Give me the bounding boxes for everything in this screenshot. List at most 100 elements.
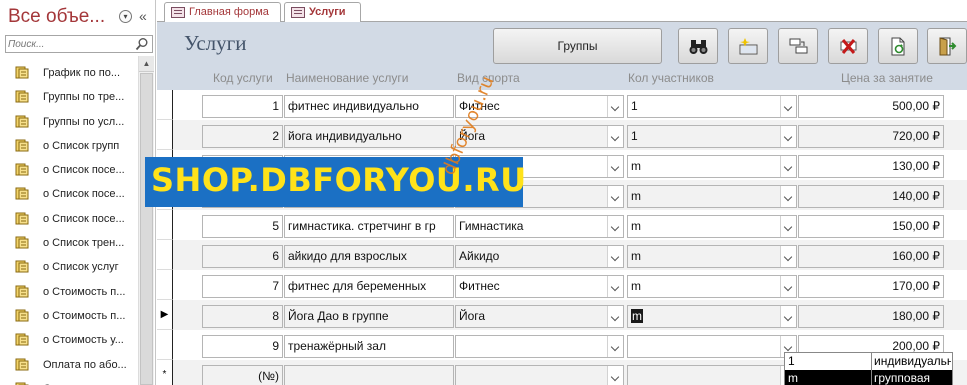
nav-search-input[interactable] (6, 36, 134, 52)
nav-menu-chevron-icon[interactable]: ▾ (119, 10, 132, 23)
participants-combo[interactable]: m (627, 305, 797, 328)
nav-pane-title[interactable]: Все объе... (8, 6, 105, 28)
nav-query-item[interactable]: о Стоимость у... (0, 329, 138, 353)
nav-query-item[interactable]: Оплата по або... (0, 354, 138, 378)
record-selector[interactable] (157, 90, 173, 120)
price-cell[interactable]: 180,00 ₽ (798, 305, 944, 328)
chevron-down-icon[interactable] (607, 216, 623, 237)
service-name-cell[interactable]: йога индивидуально (284, 125, 454, 148)
service-id-cell[interactable]: 2 (202, 125, 283, 148)
record-selector[interactable]: ▶ (157, 300, 173, 330)
find-record-button[interactable] (678, 28, 718, 64)
price-cell[interactable]: 720,00 ₽ (798, 125, 944, 148)
delete-record-button[interactable] (828, 28, 868, 64)
chevron-down-icon[interactable] (780, 276, 796, 297)
price-cell[interactable]: 170,00 ₽ (798, 275, 944, 298)
chevron-down-icon[interactable] (607, 306, 623, 327)
chevron-down-icon[interactable] (780, 156, 796, 177)
nav-scrollbar[interactable]: ▲ (138, 56, 154, 385)
sport-combo[interactable]: Гимнастика (455, 215, 624, 238)
chevron-down-icon[interactable] (780, 306, 796, 327)
scroll-up-icon[interactable]: ▲ (139, 56, 154, 72)
service-id-cell[interactable]: 5 (202, 215, 283, 238)
new-record-button[interactable] (728, 28, 768, 64)
groups-button[interactable]: Группы (493, 28, 662, 64)
chevron-down-icon[interactable] (780, 96, 796, 117)
nav-query-item[interactable]: о Список посе... (0, 208, 138, 232)
sport-combo[interactable] (455, 335, 624, 358)
service-id-cell[interactable]: 7 (202, 275, 283, 298)
record-selector[interactable] (157, 270, 173, 300)
service-name-cell[interactable] (284, 365, 454, 385)
nav-query-item[interactable]: о Список услуг (0, 256, 138, 280)
nav-query-item[interactable]: о Список трен... (0, 232, 138, 256)
refresh-button[interactable] (878, 28, 918, 64)
dropdown-option[interactable]: 1 индивидуально (785, 353, 952, 370)
copy-record-button[interactable] (778, 28, 818, 64)
service-name-cell[interactable]: тренажёрный зал (284, 335, 454, 358)
chevron-down-icon[interactable] (607, 126, 623, 147)
nav-query-item[interactable]: о Список посе... (0, 183, 138, 207)
record-selector[interactable] (157, 120, 173, 150)
tab-main-form[interactable]: Главная форма (164, 2, 281, 22)
chevron-down-icon[interactable] (607, 366, 623, 385)
participants-combo[interactable]: m (627, 275, 797, 298)
nav-query-item[interactable]: График по по... (0, 62, 138, 86)
record-selector[interactable] (157, 240, 173, 270)
participants-combo[interactable]: 1 (627, 125, 797, 148)
exit-button[interactable] (927, 28, 967, 64)
participants-combo[interactable] (627, 335, 797, 358)
price-cell[interactable]: 150,00 ₽ (798, 215, 944, 238)
chevron-down-icon[interactable] (780, 216, 796, 237)
price-cell[interactable]: 160,00 ₽ (798, 245, 944, 268)
nav-query-item[interactable]: о Список посе... (0, 159, 138, 183)
sport-combo[interactable]: Фитнес (455, 275, 624, 298)
nav-collapse-icon[interactable]: « (139, 8, 147, 24)
sport-combo[interactable]: Йога (455, 305, 624, 328)
tab-services[interactable]: Услуги (284, 2, 361, 23)
nav-query-item[interactable]: О... (0, 378, 138, 385)
price-cell[interactable]: 140,00 ₽ (798, 185, 944, 208)
service-name-cell[interactable]: фитнес для беременных (284, 275, 454, 298)
record-selector[interactable] (157, 210, 173, 240)
service-name-cell[interactable]: айкидо для взрослых (284, 245, 454, 268)
chevron-down-icon[interactable] (607, 186, 623, 207)
participants-combo[interactable]: m (627, 245, 797, 268)
nav-query-item[interactable]: о Стоимость п... (0, 305, 138, 329)
search-icon[interactable] (135, 37, 149, 51)
chevron-down-icon[interactable] (607, 246, 623, 267)
chevron-down-icon[interactable] (780, 126, 796, 147)
service-name-cell[interactable]: Йога Дао в группе (284, 305, 454, 328)
scroll-thumb[interactable] (140, 73, 153, 385)
participants-combo[interactable]: m (627, 215, 797, 238)
dropdown-option-highlighted[interactable]: m групповая (785, 370, 952, 385)
participants-combo[interactable]: m (627, 155, 797, 178)
sport-combo[interactable]: Айкидо (455, 245, 624, 268)
participants-combo[interactable] (627, 365, 797, 385)
chevron-down-icon[interactable] (607, 156, 623, 177)
nav-query-item[interactable]: Группы по тре... (0, 86, 138, 110)
chevron-down-icon[interactable] (780, 246, 796, 267)
service-name-cell[interactable]: фитнес индивидуально (284, 95, 454, 118)
record-selector[interactable]: * (157, 360, 173, 385)
service-id-cell[interactable]: 9 (202, 335, 283, 358)
service-id-cell[interactable]: 8 (202, 305, 283, 328)
service-id-cell[interactable]: 1 (202, 95, 283, 118)
chevron-down-icon[interactable] (607, 276, 623, 297)
participants-combo[interactable]: m (627, 185, 797, 208)
price-cell[interactable]: 130,00 ₽ (798, 155, 944, 178)
service-id-cell[interactable]: 6 (202, 245, 283, 268)
price-cell[interactable]: 500,00 ₽ (798, 95, 944, 118)
service-id-cell[interactable]: (№) (202, 365, 283, 385)
participants-combo[interactable]: 1 (627, 95, 797, 118)
sport-combo[interactable] (455, 365, 624, 385)
chevron-down-icon[interactable] (607, 96, 623, 117)
chevron-down-icon[interactable] (780, 186, 796, 207)
sport-combo[interactable]: Йога (455, 125, 624, 148)
chevron-down-icon[interactable] (607, 336, 623, 357)
nav-query-item[interactable]: о Стоимость п... (0, 281, 138, 305)
service-name-cell[interactable]: гимнастика. стретчинг в гр (284, 215, 454, 238)
nav-query-item[interactable]: Группы по усл... (0, 111, 138, 135)
record-selector[interactable] (157, 330, 173, 360)
nav-query-item[interactable]: о Список групп (0, 135, 138, 159)
